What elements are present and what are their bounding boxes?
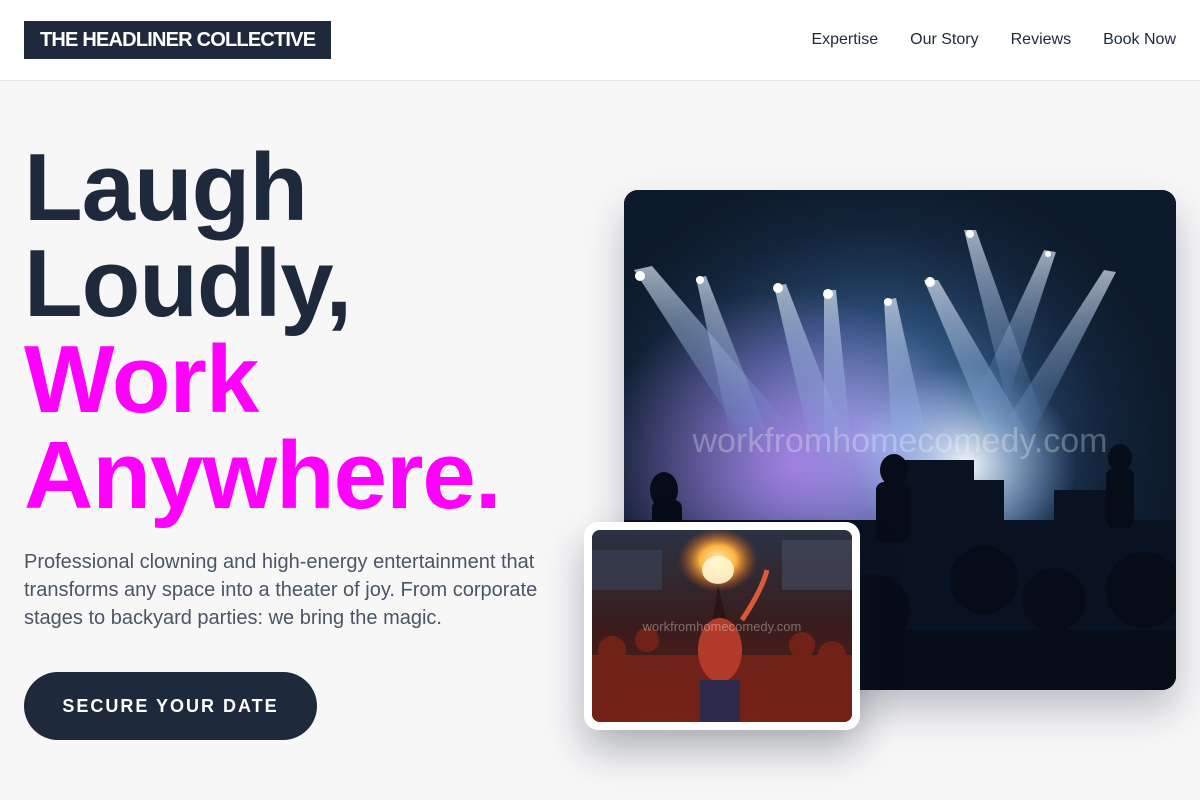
main-nav: Expertise Our Story Reviews Book Now [811,30,1176,50]
nav-our-story[interactable]: Our Story [910,30,978,50]
hero-headline: Laugh Loudly, Work Anywhere. [24,134,501,529]
main-photo-watermark: workfromhomecomedy.com [691,422,1107,460]
headline-line-4: Anywhere. [24,422,501,529]
site-header: THE HEADLINER COLLECTIVE Expertise Our S… [0,0,1200,81]
logo[interactable]: THE HEADLINER COLLECTIVE [24,21,332,59]
fire-performer-photo-frame: workfromhomecomedy.com [584,522,860,730]
headline-line-2: Loudly, [24,230,352,337]
secure-date-button[interactable]: SECURE YOUR DATE [24,672,317,740]
thumb-photo-watermark: workfromhomecomedy.com [642,619,802,634]
nav-reviews[interactable]: Reviews [1011,30,1071,50]
headline-line-3: Work [24,326,259,433]
headline-line-1: Laugh [24,134,308,241]
fire-performer-illustration: workfromhomecomedy.com [592,530,852,722]
hero-lead-text: Professional clowning and high-energy en… [24,551,538,629]
fire-performer-photo: workfromhomecomedy.com [592,530,852,722]
nav-expertise[interactable]: Expertise [811,30,878,50]
nav-book-now[interactable]: Book Now [1103,30,1176,50]
